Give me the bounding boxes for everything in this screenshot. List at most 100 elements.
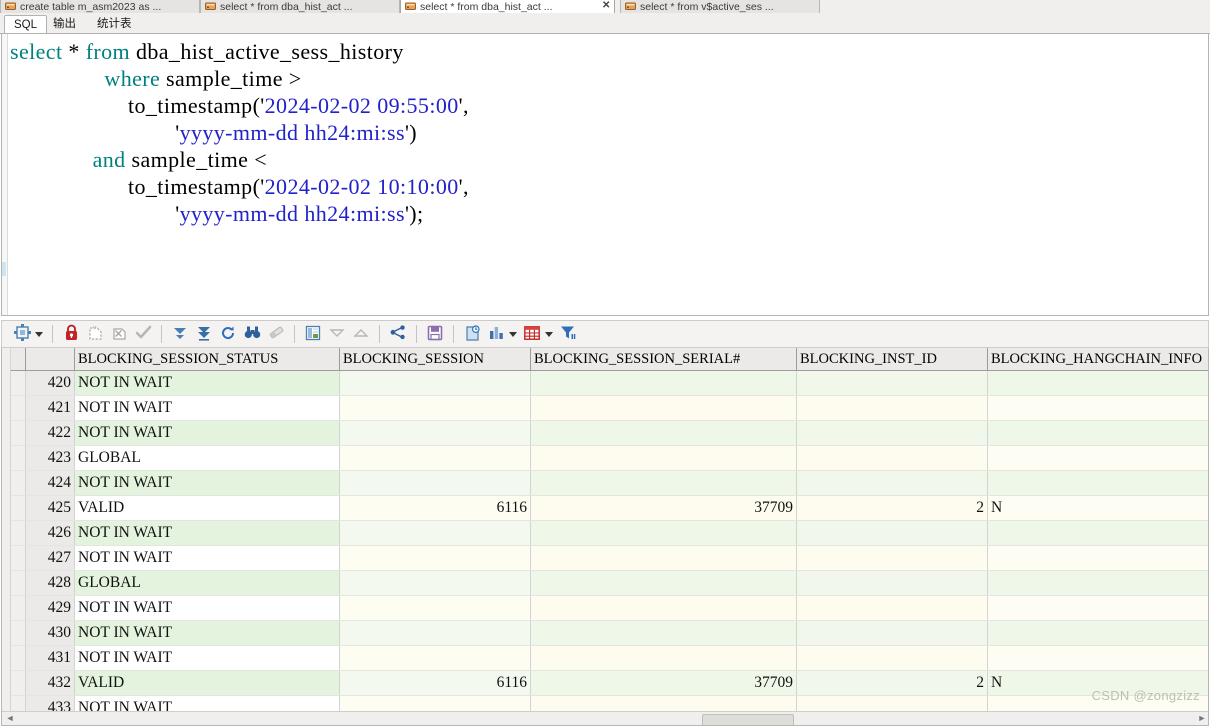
column-header-col3[interactable]: BLOCKING_SESSION_SERIAL# [530, 348, 797, 371]
cell-col3[interactable] [530, 595, 797, 621]
table-row[interactable]: 427 NOT IN WAIT [11, 545, 1208, 571]
cell-col5[interactable] [987, 420, 1208, 446]
cell-col5[interactable] [987, 395, 1208, 421]
cell-col4[interactable] [796, 595, 988, 621]
refresh-button[interactable] [217, 323, 239, 345]
row-selector-cell[interactable] [11, 470, 26, 496]
cell-col2[interactable] [339, 645, 531, 671]
cell-col1[interactable]: NOT IN WAIT [74, 545, 340, 571]
cell-col5[interactable] [987, 445, 1208, 471]
cell-col5[interactable] [987, 545, 1208, 571]
grid-layout-button[interactable] [11, 323, 33, 345]
cell-col1[interactable]: VALID [74, 495, 340, 521]
row-selector-cell[interactable] [11, 520, 26, 546]
insert-row-button[interactable] [84, 323, 106, 345]
cell-col3[interactable] [530, 445, 797, 471]
cell-col1[interactable]: NOT IN WAIT [74, 645, 340, 671]
table-row[interactable]: 421 NOT IN WAIT [11, 395, 1208, 421]
row-selector-cell[interactable] [11, 370, 26, 396]
scroll-left-arrow[interactable]: ◄ [4, 713, 16, 724]
editor-tab-统计表[interactable]: 统计表 [88, 15, 141, 34]
lock-button[interactable] [60, 323, 82, 345]
cell-col2[interactable] [339, 570, 531, 596]
share-button[interactable] [387, 323, 409, 345]
editor-tab-输出[interactable]: 输出 [44, 15, 85, 34]
cell-col2[interactable] [339, 445, 531, 471]
chevron-down-icon[interactable] [509, 331, 517, 337]
result-grid[interactable]: BLOCKING_SESSION_STATUS BLOCKING_SESSION B… [1, 348, 1209, 726]
table-row[interactable]: 429 NOT IN WAIT [11, 595, 1208, 621]
cell-col1[interactable]: NOT IN WAIT [74, 620, 340, 646]
scroll-right-arrow[interactable]: ► [1196, 713, 1208, 724]
cell-col3[interactable] [530, 645, 797, 671]
cell-col4[interactable] [796, 370, 988, 396]
row-selector-cell[interactable] [11, 670, 26, 696]
table-button[interactable] [521, 323, 543, 345]
save-button[interactable] [424, 323, 446, 345]
column-header-col1[interactable]: BLOCKING_SESSION_STATUS [74, 348, 340, 371]
chart-button[interactable] [485, 323, 507, 345]
column-header-col4[interactable]: BLOCKING_INST_ID [796, 348, 988, 371]
table-row[interactable]: 420 NOT IN WAIT [11, 370, 1208, 396]
cell-col2[interactable] [339, 520, 531, 546]
column-header-col5[interactable]: BLOCKING_HANGCHAIN_INFO [987, 348, 1208, 371]
cell-col3[interactable] [530, 370, 797, 396]
sql-editor-text[interactable]: select * from dba_hist_active_sess_histo… [10, 38, 1208, 227]
cell-col1[interactable]: NOT IN WAIT [74, 595, 340, 621]
cell-col1[interactable]: NOT IN WAIT [74, 520, 340, 546]
cell-col1[interactable]: NOT IN WAIT [74, 470, 340, 496]
table-row[interactable]: 431 NOT IN WAIT [11, 645, 1208, 671]
cell-col2[interactable] [339, 620, 531, 646]
column-header-rownum[interactable] [25, 348, 75, 371]
column-header-col2[interactable]: BLOCKING_SESSION [339, 348, 531, 371]
row-selector-cell[interactable] [11, 595, 26, 621]
cell-col4[interactable] [796, 545, 988, 571]
single-record-button[interactable] [302, 323, 324, 345]
row-selector-cell[interactable] [11, 620, 26, 646]
cell-col1[interactable]: NOT IN WAIT [74, 395, 340, 421]
cell-col4[interactable] [796, 470, 988, 496]
export-button[interactable] [461, 323, 483, 345]
column-header-sel[interactable] [11, 348, 26, 371]
row-selector-cell[interactable] [11, 445, 26, 471]
cell-col2[interactable] [339, 420, 531, 446]
cell-col2[interactable] [339, 545, 531, 571]
cell-col2[interactable] [339, 595, 531, 621]
cell-col1[interactable]: GLOBAL [74, 570, 340, 596]
cell-col5[interactable] [987, 595, 1208, 621]
row-selector-cell[interactable] [11, 395, 26, 421]
chevron-down-icon[interactable] [545, 331, 553, 337]
table-row[interactable]: 424 NOT IN WAIT [11, 470, 1208, 496]
cell-col5[interactable] [987, 570, 1208, 596]
filter-button[interactable] [557, 323, 579, 345]
cell-col1[interactable]: GLOBAL [74, 445, 340, 471]
cell-col5[interactable] [987, 520, 1208, 546]
cell-col5[interactable] [987, 370, 1208, 396]
window-tab-1[interactable]: select * from dba_hist_act ... [200, 0, 400, 13]
cell-col4[interactable] [796, 445, 988, 471]
cell-col4[interactable]: 2 [796, 670, 988, 696]
cell-col4[interactable] [796, 570, 988, 596]
find-button[interactable] [241, 323, 263, 345]
table-row[interactable]: 432 VALID 6116 37709 2 N [11, 670, 1208, 696]
cell-col4[interactable] [796, 395, 988, 421]
cell-col3[interactable] [530, 570, 797, 596]
cell-col2[interactable] [339, 370, 531, 396]
fetch-all-button[interactable] [193, 323, 215, 345]
editor-tab-sql[interactable]: SQL [4, 15, 48, 35]
sql-editor[interactable]: select * from dba_hist_active_sess_histo… [1, 34, 1209, 316]
cell-col2[interactable]: 6116 [339, 670, 531, 696]
cell-col5[interactable]: N [987, 670, 1208, 696]
row-selector-cell[interactable] [11, 570, 26, 596]
move-up-button[interactable] [350, 323, 372, 345]
cell-col5[interactable]: N [987, 495, 1208, 521]
cell-col4[interactable] [796, 645, 988, 671]
cell-col4[interactable]: 2 [796, 495, 988, 521]
cell-col5[interactable] [987, 645, 1208, 671]
commit-check-button[interactable] [132, 323, 154, 345]
table-row[interactable]: 426 NOT IN WAIT [11, 520, 1208, 546]
delete-row-button[interactable] [108, 323, 130, 345]
table-row[interactable]: 423 GLOBAL [11, 445, 1208, 471]
cell-col3[interactable] [530, 520, 797, 546]
cell-col2[interactable]: 6116 [339, 495, 531, 521]
